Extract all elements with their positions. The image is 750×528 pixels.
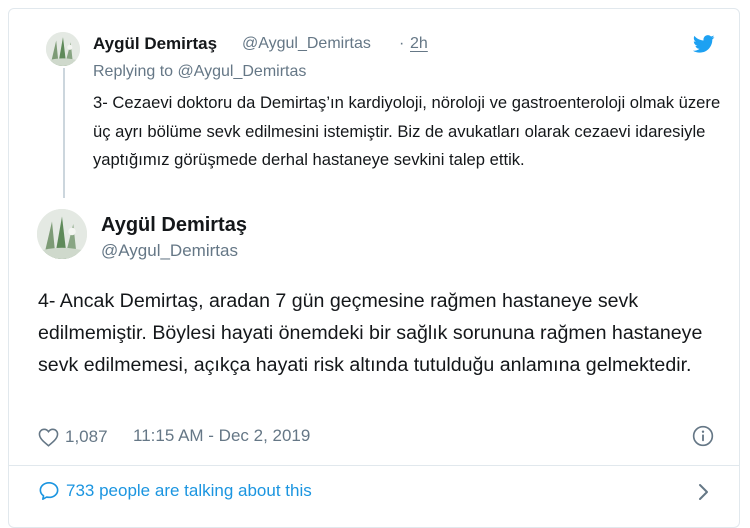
like-count: 1,087 [65,427,108,446]
replying-to-label: Replying to @Aygul_Demirtas [93,63,307,80]
tweet-card [8,8,740,528]
info-icon[interactable] [692,425,714,447]
heart-icon [38,428,59,447]
avatar-image-icon [46,32,80,66]
parent-author-name[interactable]: Aygül Demirtaş [93,34,217,54]
parent-author-handle[interactable]: @Aygul_Demirtas [242,35,371,53]
comment-bubble-icon [39,482,59,500]
main-avatar[interactable] [37,209,87,259]
people-talking-text: 733 people are talking about this [66,481,312,500]
main-author-handle[interactable]: @Aygul_Demirtas [101,241,238,261]
avatar-image-icon [37,209,87,259]
main-tweet-text: 4- Ancak Demirtaş, aradan 7 gün geçmesin… [38,290,703,376]
parent-timestamp-link[interactable]: 2h [410,35,428,53]
twitter-logo-icon[interactable] [693,35,715,53]
parent-avatar[interactable] [46,32,80,66]
main-author-name[interactable]: Aygül Demirtaş [101,214,247,237]
chevron-right-icon[interactable] [697,481,711,503]
like-button[interactable]: 1,087 [38,426,108,448]
parent-tweet-text: 3- Cezaevi doktoru da Demirtaş’ın kardiy… [93,93,721,169]
tweet-timestamp[interactable]: 11:15 AM - Dec 2, 2019 [133,426,310,446]
parent-separator: · [399,35,405,52]
footer-divider [8,465,740,466]
thread-line [63,68,65,198]
conversation-link[interactable]: 733 people are talking about this [38,481,312,501]
